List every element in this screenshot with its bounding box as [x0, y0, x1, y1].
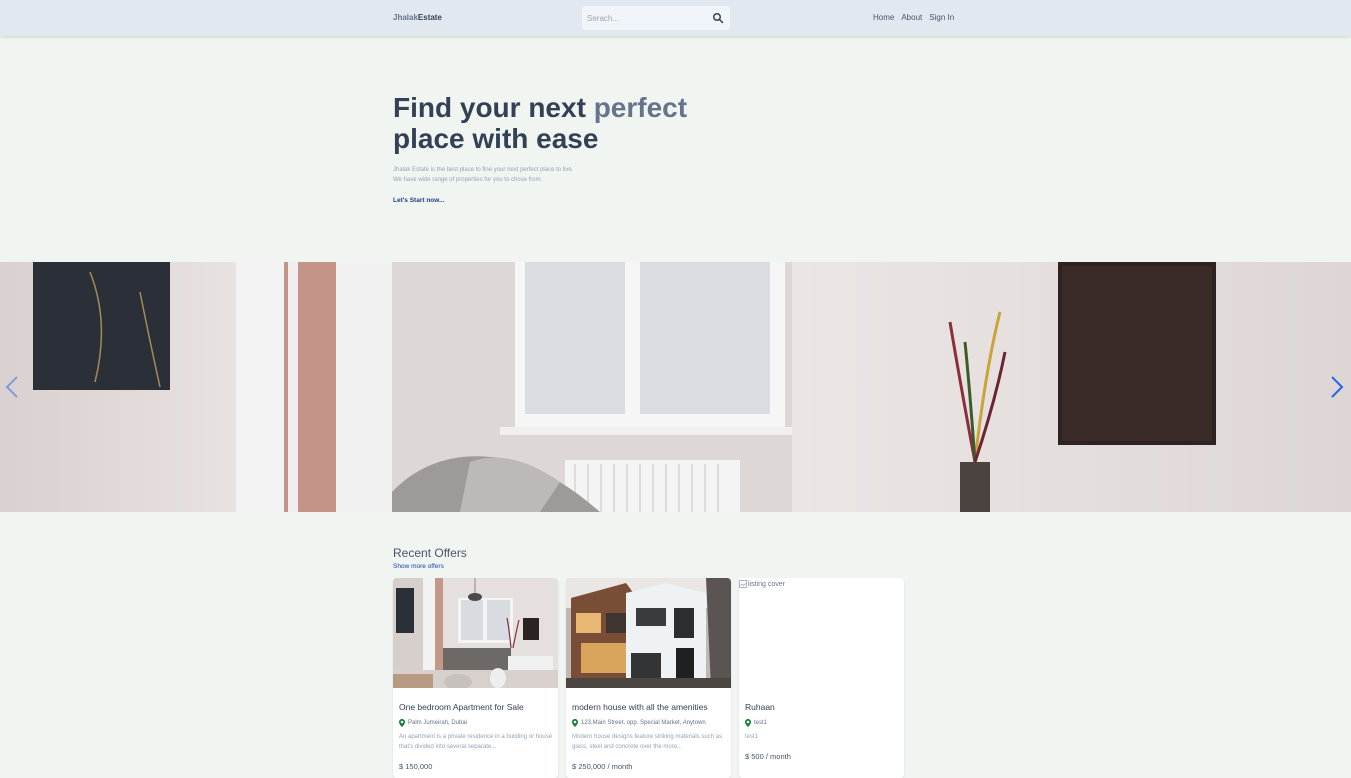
- listing-description: Modern house designs feature striking ma…: [572, 734, 723, 750]
- header: JhalakEstate Home About Sign In: [0, 0, 1351, 36]
- hero-title-accent: perfect: [593, 92, 688, 123]
- broken-image-icon: [739, 580, 747, 588]
- listing-location-text: test1: [754, 720, 768, 726]
- listing-card[interactable]: One bedroom Apartment for Sale Palm Jume…: [393, 578, 558, 778]
- listing-description: An apartment is a private residence in a…: [399, 734, 553, 750]
- nav-about[interactable]: About: [901, 13, 922, 22]
- map-pin-icon: [745, 719, 751, 727]
- listing-image[interactable]: [566, 578, 731, 688]
- hero-description: Jhalak Estate is the best place to fine …: [393, 165, 693, 185]
- listing-title: One bedroom Apartment for Sale: [399, 702, 524, 712]
- slider-next-arrow[interactable]: [1330, 375, 1344, 399]
- hero-title-part2: place with ease: [393, 123, 599, 154]
- listing-location-text: Palm Jumeirah, Dubai: [408, 720, 468, 726]
- listing-price: $ 150,000: [399, 762, 433, 771]
- map-pin-icon: [572, 719, 578, 727]
- hero-desc-line1: Jhalak Estate is the best place to fine …: [393, 167, 574, 173]
- start-now-link[interactable]: Let's Start now...: [393, 197, 445, 204]
- recent-offers-title: Recent Offers: [393, 546, 467, 560]
- hero-slider[interactable]: [0, 262, 1351, 512]
- show-more-offers-link[interactable]: Show more offers: [393, 563, 444, 570]
- logo[interactable]: JhalakEstate: [393, 13, 442, 22]
- listing-card[interactable]: modern house with all the amenities 123,…: [566, 578, 731, 778]
- map-pin-icon: [399, 719, 405, 727]
- hero-title: Find your next perfect place with ease: [393, 92, 793, 154]
- search-input[interactable]: [587, 10, 707, 26]
- listing-location: test1: [745, 719, 899, 727]
- listing-image[interactable]: listing cover: [739, 578, 904, 688]
- logo-part2: Estate: [417, 13, 442, 22]
- nav-home[interactable]: Home: [873, 13, 894, 22]
- slider-image: [0, 262, 1351, 512]
- slider-prev-arrow[interactable]: [5, 375, 19, 399]
- main-nav: Home About Sign In: [873, 13, 954, 22]
- listing-card[interactable]: listing cover Ruhaan test1 test1 $ 500 /…: [739, 578, 904, 778]
- hero-title-part1: Find your next: [393, 92, 594, 123]
- listing-title: modern house with all the amenities: [572, 702, 708, 712]
- listing-location-text: 123,Main Street, opp. Special Market, An…: [581, 720, 706, 726]
- search-form: [582, 6, 730, 30]
- search-icon[interactable]: [712, 12, 724, 24]
- listing-price: $ 250,000 / month: [572, 762, 633, 771]
- listing-location: Palm Jumeirah, Dubai: [399, 719, 553, 727]
- broken-image: listing cover: [739, 578, 904, 588]
- image-alt-text: listing cover: [748, 580, 785, 588]
- listing-price: $ 500 / month: [745, 752, 791, 761]
- listing-description: test1: [745, 734, 759, 740]
- logo-part1: Jhalak: [393, 13, 418, 22]
- listing-location: 123,Main Street, opp. Special Market, An…: [572, 719, 726, 727]
- listing-title: Ruhaan: [745, 702, 775, 712]
- hero-desc-line2: We have wide range of properties for you…: [393, 177, 543, 183]
- listing-image[interactable]: [393, 578, 558, 688]
- nav-sign-in[interactable]: Sign In: [929, 13, 954, 22]
